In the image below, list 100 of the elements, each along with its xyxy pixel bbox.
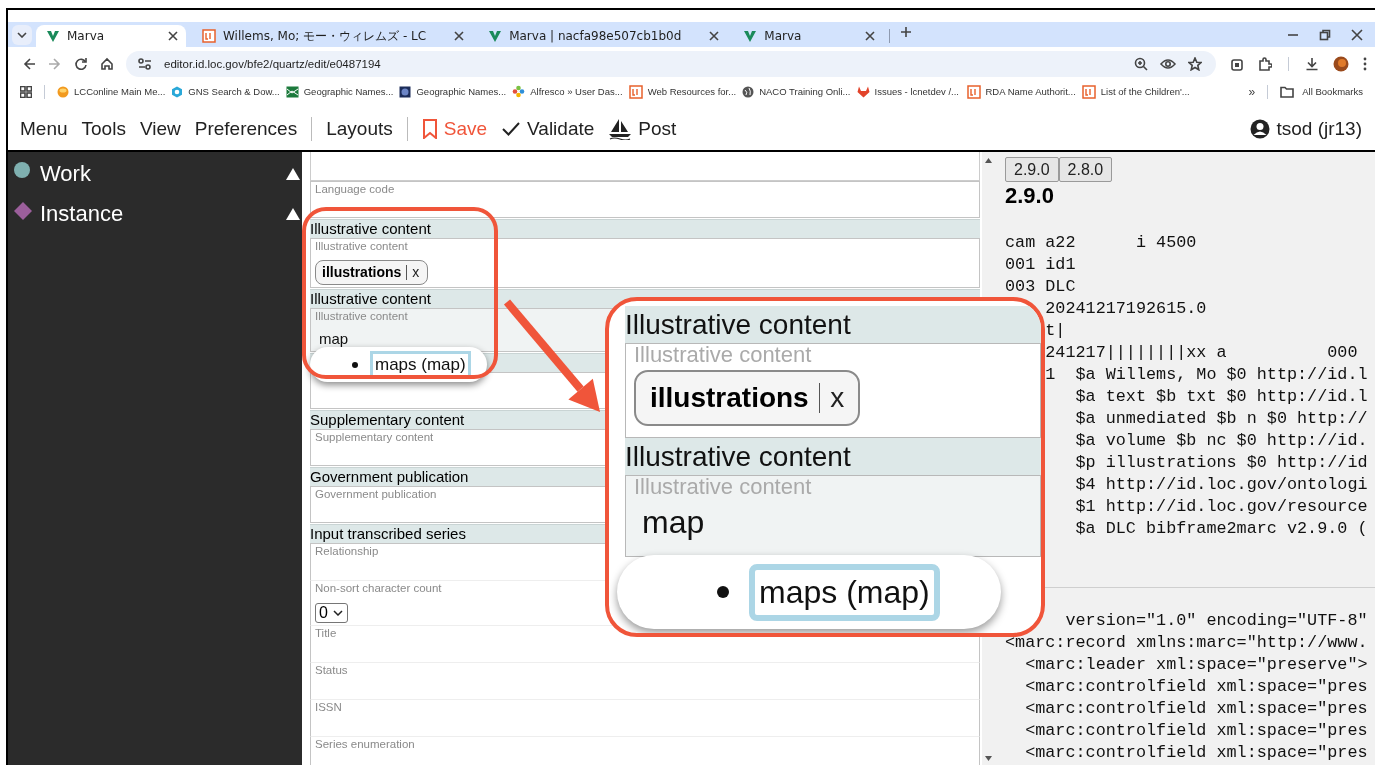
- save-button[interactable]: Save: [414, 118, 495, 140]
- zoom-icon: [1134, 56, 1148, 71]
- validate-button[interactable]: Validate: [494, 118, 602, 140]
- user-menu[interactable]: tsod (jr13): [1243, 118, 1369, 140]
- browser-tab[interactable]: Marva: [36, 25, 186, 47]
- bookmark[interactable]: Web Resources for...: [628, 84, 737, 99]
- field-label: Title: [315, 627, 337, 639]
- menu-item[interactable]: Preferences: [187, 118, 305, 140]
- sidebar-item[interactable]: Work: [8, 154, 302, 194]
- v-logo-icon: [488, 29, 503, 43]
- text-field[interactable]: Illustrative content illustrations x: [310, 238, 980, 288]
- folder-icon: [1280, 85, 1295, 98]
- tag-text: illustrations: [322, 264, 402, 280]
- post-button[interactable]: Post: [601, 118, 684, 140]
- field-label: ISSN: [315, 701, 342, 713]
- menu-item[interactable]: Menu: [13, 118, 75, 140]
- field-label: Language code: [315, 183, 395, 195]
- close-icon: [454, 31, 465, 41]
- document-icon: [966, 84, 981, 99]
- code-line: $a DLC bibframe2marc v2.9.0 (: [1074, 518, 1369, 540]
- bookmark[interactable]: LCConline Main Me...: [57, 85, 166, 98]
- section-header: Illustrative content: [625, 438, 1041, 475]
- bookmark[interactable]: NACO Training Onli...: [742, 85, 851, 98]
- field-label: Government publication: [315, 488, 437, 500]
- browser-tab[interactable]: Marva: [733, 25, 884, 47]
- field-label: Non-sort character count: [315, 582, 442, 594]
- sidebar-item[interactable]: Instance: [8, 194, 302, 234]
- field-label: Status: [315, 664, 348, 676]
- avatar-icon: [1333, 55, 1349, 72]
- code-line: 1 $a Willems, Mo $0 http://id.l: [1044, 364, 1369, 386]
- count-select[interactable]: 0: [315, 603, 348, 623]
- version-button[interactable]: 2.9.0: [1005, 157, 1059, 182]
- bookmark[interactable]: Geographic Names...: [285, 85, 394, 98]
- close-icon: [865, 31, 876, 41]
- plus-icon: [900, 26, 913, 38]
- text-field[interactable]: Illustrative content illustrations x: [625, 343, 1041, 438]
- chevron-down-icon: [17, 32, 27, 38]
- chevron-down-icon: [332, 610, 343, 616]
- document-icon: [628, 84, 643, 99]
- tag-chip[interactable]: illustrations x: [634, 370, 861, 426]
- scroll-up-icon: [985, 158, 992, 163]
- home-icon: [100, 56, 114, 71]
- bookmark[interactable]: GNS Search & Dow...: [171, 85, 280, 98]
- text-field[interactable]: Series enumeration: [310, 736, 980, 765]
- code-line: <marc:controlfield xml:space="pres: [1024, 720, 1369, 742]
- all-bookmarks-button[interactable]: All Bookmarks: [1280, 85, 1363, 98]
- version-heading: 2.9.0: [1005, 183, 1055, 209]
- hexagon-icon: [171, 85, 184, 98]
- globe-icon: [399, 85, 412, 98]
- field-label: Illustrative content: [315, 240, 408, 252]
- tag-chip[interactable]: illustrations x: [315, 260, 429, 285]
- bookmark[interactable]: List of the Children'...: [1081, 84, 1190, 99]
- browser-tab[interactable]: Marva | nacfa98e507cb1b0d: [478, 25, 728, 47]
- document-icon: [202, 29, 216, 43]
- v-logo-icon: [743, 29, 758, 43]
- address-bar[interactable]: editor.id.loc.gov/bfe2/quartz/edit/e0487194: [126, 50, 1216, 77]
- menu-item[interactable]: Tools: [74, 118, 133, 140]
- code-line: $a unmediated $b n $0 http://: [1074, 408, 1369, 430]
- puzzle-icon: [1258, 56, 1272, 71]
- suggestion-option[interactable]: maps (map): [749, 563, 940, 621]
- code-line: $a volume $b nc $0 http://id.: [1074, 430, 1369, 452]
- code-line: <marc:controlfield xml:space="pres: [1024, 698, 1369, 720]
- bookmark[interactable]: Issues - lcnetdev /...: [856, 85, 961, 98]
- bookmark[interactable]: RDA Name Authorit...: [966, 84, 1076, 99]
- section-header: Illustrative content: [310, 219, 980, 238]
- code-line: 003 DLC: [1005, 276, 1077, 298]
- code-line: 20241217192615.0: [1044, 298, 1208, 320]
- more-bookmarks-button[interactable]: »: [1248, 84, 1256, 99]
- map-icon: [285, 85, 299, 98]
- back-icon: [22, 56, 36, 71]
- text-field[interactable]: Illustrative content map: [625, 475, 1041, 557]
- forward-icon: [48, 56, 62, 71]
- menu-item[interactable]: View: [132, 118, 188, 140]
- eye-icon: [1160, 57, 1176, 70]
- field-label: Relationship: [315, 545, 379, 557]
- fox-icon: [856, 85, 870, 98]
- bullet-icon: [717, 586, 729, 598]
- bookmark[interactable]: Geographic Names...: [399, 85, 507, 98]
- menu-item[interactable]: Layouts: [319, 118, 400, 140]
- orb-icon: [57, 85, 69, 98]
- text-field[interactable]: [310, 152, 980, 181]
- text-field[interactable]: ISSN: [310, 699, 980, 736]
- text-field[interactable]: Status: [310, 662, 980, 699]
- bookmark[interactable]: Alfresco » User Das...: [512, 85, 623, 98]
- bookmark-icon: [421, 119, 438, 139]
- browser-tab[interactable]: Willems, Mo; モー・ウィレムズ - LC: [192, 25, 473, 47]
- text-field[interactable]: Language code: [310, 181, 980, 218]
- globe-icon: [742, 85, 755, 98]
- item-label: Instance: [40, 201, 125, 227]
- close-icon: [709, 31, 720, 41]
- tab-list-button[interactable]: [12, 25, 32, 45]
- version-button[interactable]: 2.8.0: [1058, 157, 1113, 182]
- code-line: 241217||||||||xx a 000: [1044, 342, 1359, 364]
- remove-button[interactable]: x: [412, 264, 420, 280]
- bullet-icon: [352, 361, 358, 368]
- flower-icon: [512, 85, 526, 98]
- code-line: $p illustrations $0 http://id: [1074, 452, 1369, 474]
- code-line: $4 http://id.loc.gov/ontologi: [1074, 474, 1369, 496]
- field-label: Illustrative content: [634, 344, 813, 366]
- code-line: t|: [1044, 320, 1067, 342]
